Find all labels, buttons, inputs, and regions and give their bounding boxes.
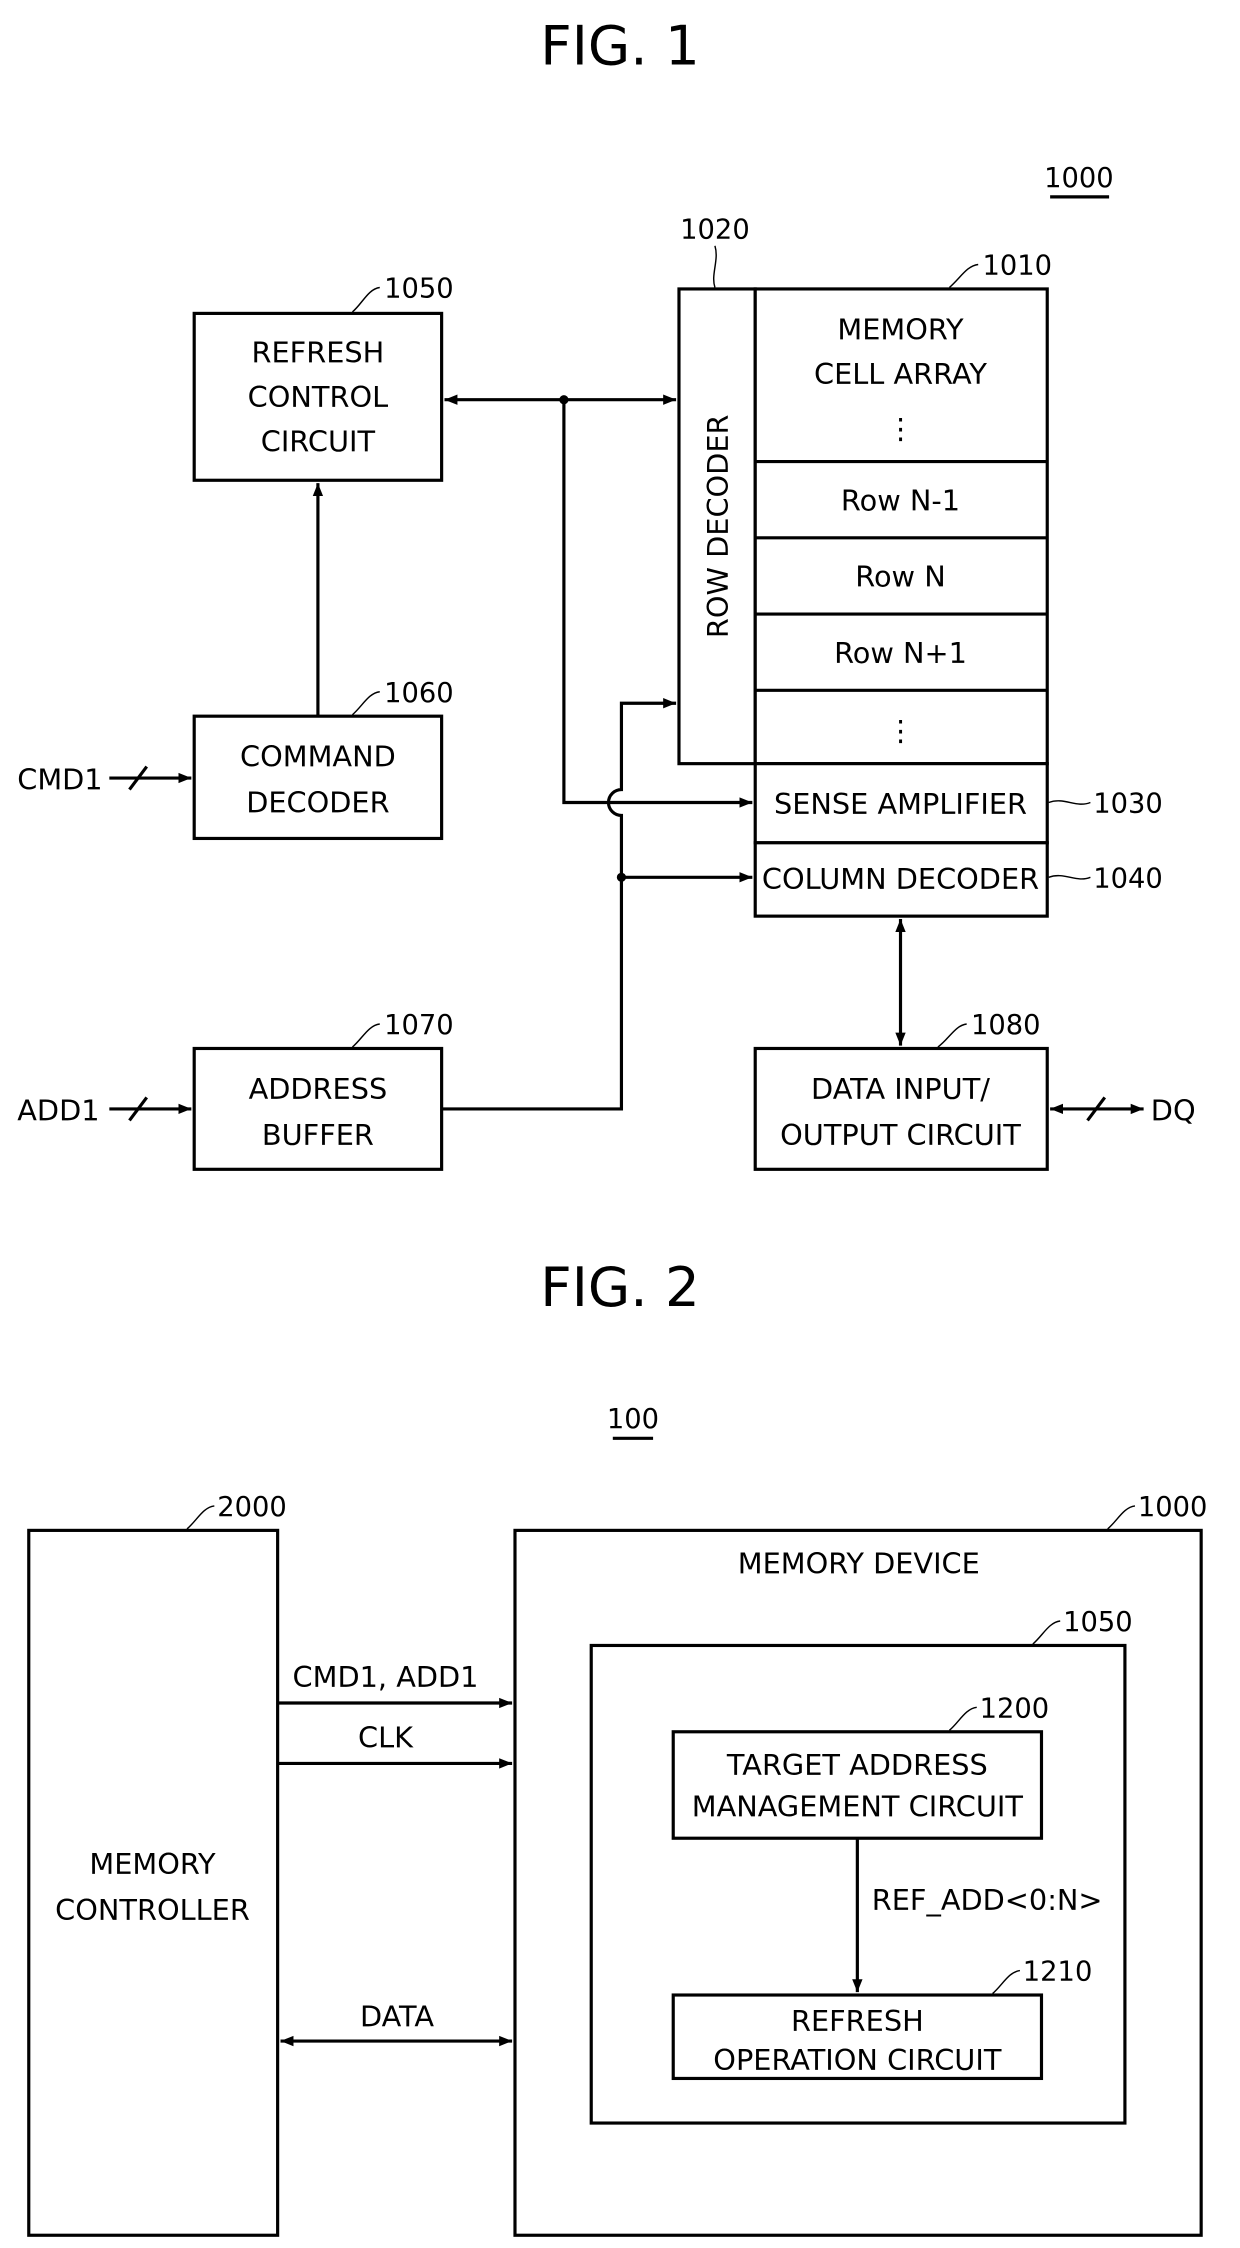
refresh-control-label-1: REFRESH — [252, 335, 385, 369]
memory-cell-array-block: MEMORY CELL ARRAY ⋮ Row N-1 Row N Row N+… — [753, 251, 1053, 766]
ref-1030: 1030 — [1093, 789, 1163, 820]
command-decoder-block: COMMAND DECODER 1060 — [192, 678, 454, 841]
ref-1020: 1020 — [680, 215, 750, 246]
command-decoder-label-2: DECODER — [246, 786, 389, 820]
clk-signal-label: CLK — [358, 1721, 414, 1755]
address-buffer-block: ADDRESS BUFFER 1070 — [192, 1010, 454, 1171]
ref-add-signal-label: REF_ADD<0:N> — [872, 1883, 1103, 1917]
fig1-title: FIG. 1 — [540, 14, 699, 78]
leader-line-1020 — [713, 245, 717, 288]
fig2-system-ref: 100 — [607, 1404, 659, 1435]
data-io-label-1: DATA INPUT/ — [811, 1072, 990, 1106]
patent-figures: FIG. 1 1000 REFRESH CONTROL CIRCUIT 1050… — [17, 14, 1208, 2237]
sense-amplifier-label: SENSE AMPLIFIER — [774, 787, 1027, 821]
ref-1050-fig2: 1050 — [1063, 1607, 1133, 1638]
refresh-operation-label-1: REFRESH — [791, 2004, 924, 2038]
leader-line-1030 — [1048, 800, 1091, 805]
memory-controller-label-2: CONTROLLER — [55, 1893, 250, 1927]
row-n: Row N — [855, 560, 945, 594]
ref-1040: 1040 — [1093, 863, 1163, 894]
command-decoder-label-1: COMMAND — [240, 740, 396, 774]
ref-2000: 2000 — [217, 1492, 287, 1523]
data-signal-label: DATA — [360, 2000, 434, 2034]
refresh-control-label-3: CIRCUIT — [261, 424, 376, 458]
row-decoder-block: ROW DECODER 1020 — [677, 215, 757, 766]
ellipsis-top: ⋮ — [886, 412, 915, 446]
row-decoder-label: ROW DECODER — [701, 415, 735, 639]
sense-amplifier-block: SENSE AMPLIFIER 1030 — [753, 762, 1163, 845]
ref-1210: 1210 — [1023, 1957, 1093, 1988]
data-io-label-2: OUTPUT CIRCUIT — [780, 1118, 1021, 1152]
fig1-device-ref: 1000 — [1044, 163, 1114, 194]
address-buffer-label-1: ADDRESS — [249, 1072, 388, 1106]
column-decoder-label: COLUMN DECODER — [762, 862, 1039, 896]
ref-1010: 1010 — [983, 251, 1053, 282]
memory-device-label: MEMORY DEVICE — [738, 1547, 980, 1581]
target-address-label-1: TARGET ADDRESS — [726, 1748, 988, 1782]
leader-line-1000 — [1107, 1505, 1136, 1530]
ref-1070: 1070 — [384, 1010, 454, 1041]
refresh-operation-label-2: OPERATION CIRCUIT — [713, 2043, 1002, 2077]
dq-signal-label: DQ — [1151, 1093, 1196, 1127]
ref-1050: 1050 — [384, 274, 454, 305]
ellipsis-bottom: ⋮ — [886, 714, 915, 748]
ref-1060: 1060 — [384, 678, 454, 709]
ref-1200: 1200 — [980, 1693, 1050, 1724]
row-n-minus-1: Row N-1 — [841, 483, 960, 517]
memory-cell-array-label-2: CELL ARRAY — [814, 357, 987, 391]
target-address-label-2: MANAGEMENT CIRCUIT — [692, 1790, 1024, 1824]
refresh-control-label-2: CONTROL — [248, 380, 388, 414]
memory-cell-array-label-1: MEMORY — [837, 312, 964, 346]
row-n-plus-1: Row N+1 — [834, 636, 967, 670]
leader-line-1050 — [351, 286, 380, 313]
memory-controller-block: MEMORY CONTROLLER 2000 — [27, 1492, 287, 2237]
cmd-add-signal-label: CMD1, ADD1 — [293, 1660, 479, 1694]
ref-1000: 1000 — [1138, 1492, 1208, 1523]
fig2-title: FIG. 2 — [540, 1255, 699, 1319]
address-buffer-label-2: BUFFER — [262, 1118, 374, 1152]
leader-line-1060 — [351, 691, 380, 716]
ref-1080: 1080 — [971, 1010, 1041, 1041]
leader-line-2000 — [186, 1505, 215, 1530]
cmd1-signal-label: CMD1 — [17, 763, 102, 797]
leader-line-1080 — [937, 1023, 967, 1048]
refresh-control-circuit-block: REFRESH CONTROL CIRCUIT 1050 — [192, 274, 454, 482]
add1-signal-label: ADD1 — [17, 1093, 99, 1127]
memory-controller-label-1: MEMORY — [89, 1847, 216, 1881]
leader-line-1010 — [948, 263, 979, 289]
column-decoder-block: COLUMN DECODER 1040 — [753, 841, 1163, 918]
leader-line-1070 — [351, 1023, 380, 1048]
address-bus-line — [441, 698, 677, 1111]
leader-line-1040 — [1048, 874, 1091, 880]
